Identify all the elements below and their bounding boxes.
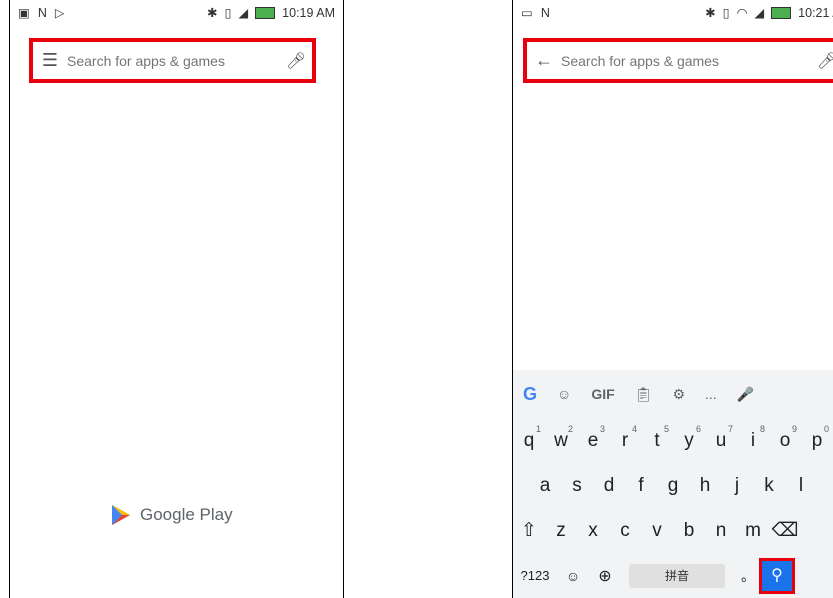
key-row-1: q1 w2 e3 r4 t5 y6 u7 i8 o9 p0 [513,418,833,463]
symbols-key[interactable]: ?123 [513,568,557,583]
phone-right: ▭ N ✱ ▯ ◠ ◢ 10:21 AM ← Search for apps &… [512,0,833,598]
signal-icon: ◢ [238,6,249,20]
key-row-4: ?123 ☺ ⊕ 拼音 。 ⚲ [513,553,833,598]
globe-icon[interactable]: ⊕ [589,566,621,586]
key-f[interactable]: f [625,475,657,497]
key-w[interactable]: w2 [545,424,577,452]
key-g[interactable]: g [657,475,689,497]
backspace-icon[interactable]: ⌫ [769,519,801,542]
search-icon[interactable]: ⚲ [759,557,795,594]
key-b[interactable]: b [673,520,705,542]
key-e[interactable]: e3 [577,424,609,452]
signal-icon: ◢ [754,6,765,20]
notification-icon: ▭ [521,6,533,20]
period-key[interactable]: 。 [737,566,759,586]
sticker-icon[interactable]: ☺ [557,386,571,402]
key-a[interactable]: a [529,475,561,497]
vibrate-icon: ▯ [224,6,232,20]
mic-icon[interactable]: 🎤︎ [280,51,312,71]
play-notification-icon: ▷ [54,6,65,20]
phone-left: ▣ N ▷ ✱ ▯ ◢ 10:19 AM ☰ Search for apps &… [9,0,344,598]
more-icon[interactable]: ... [705,386,717,402]
google-play-logo: Google Play [110,503,233,527]
battery-icon [771,6,792,19]
key-i[interactable]: i8 [737,424,769,452]
key-m[interactable]: m [737,520,769,542]
status-time: 10:19 AM [282,5,335,20]
menu-icon[interactable]: ☰ [33,50,67,71]
notification-n-icon: N [540,5,550,20]
key-h[interactable]: h [689,475,721,497]
key-s[interactable]: s [561,475,593,497]
search-input[interactable]: Search for apps & games [67,53,280,69]
key-q[interactable]: q1 [513,424,545,452]
keyboard-toolbar: G ☺ GIF 📋︎ ⚙ ... 🎤 [513,370,833,418]
key-y[interactable]: y6 [673,424,705,452]
key-row-2: a s d f g h j k l [513,463,833,508]
battery-icon [255,6,276,19]
settings-icon[interactable]: ⚙ [672,386,685,403]
bluetooth-icon: ✱ [207,6,218,20]
voice-icon[interactable]: 🎤 [737,386,754,403]
key-z[interactable]: z [545,520,577,542]
google-play-label: Google Play [140,505,233,524]
status-time: 10:21 AM [798,5,833,20]
search-input[interactable]: Search for apps & games [561,53,811,69]
search-bar[interactable]: ☰ Search for apps & games 🎤︎ [29,38,316,83]
back-arrow-icon[interactable]: ← [527,50,561,71]
soft-keyboard: G ☺ GIF 📋︎ ⚙ ... 🎤 q1 w2 e3 r4 t5 y6 u7 … [513,370,833,598]
emoji-icon[interactable]: ☺ [557,568,589,584]
key-v[interactable]: v [641,520,673,542]
key-o[interactable]: o9 [769,424,801,452]
notification-icon: ▣ [18,6,30,20]
key-r[interactable]: r4 [609,424,641,452]
key-n[interactable]: n [705,520,737,542]
mic-icon[interactable]: 🎤︎ [811,51,833,71]
status-bar: ▣ N ▷ ✱ ▯ ◢ 10:19 AM [10,0,343,26]
shift-icon[interactable]: ⇧ [513,519,545,542]
status-bar: ▭ N ✱ ▯ ◠ ◢ 10:21 AM [513,0,833,26]
search-bar[interactable]: ← Search for apps & games 🎤︎ [523,38,833,83]
google-icon[interactable]: G [523,384,537,405]
wifi-icon: ◠ [736,6,748,20]
vibrate-icon: ▯ [722,6,730,20]
key-j[interactable]: j [721,475,753,497]
key-c[interactable]: c [609,520,641,542]
key-k[interactable]: k [753,475,785,497]
key-row-3: ⇧ z x c v b n m ⌫ [513,508,833,553]
spacebar[interactable]: 拼音 [629,563,725,588]
gif-button[interactable]: GIF [591,386,614,402]
key-p[interactable]: p0 [801,424,833,452]
play-store-icon [112,505,130,525]
key-t[interactable]: t5 [641,424,673,452]
bluetooth-icon: ✱ [705,6,716,20]
notification-n-icon: N [37,5,47,20]
key-l[interactable]: l [785,475,817,497]
clipboard-icon[interactable]: 📋︎ [635,386,653,403]
key-u[interactable]: u7 [705,424,737,452]
key-d[interactable]: d [593,475,625,497]
key-x[interactable]: x [577,520,609,542]
